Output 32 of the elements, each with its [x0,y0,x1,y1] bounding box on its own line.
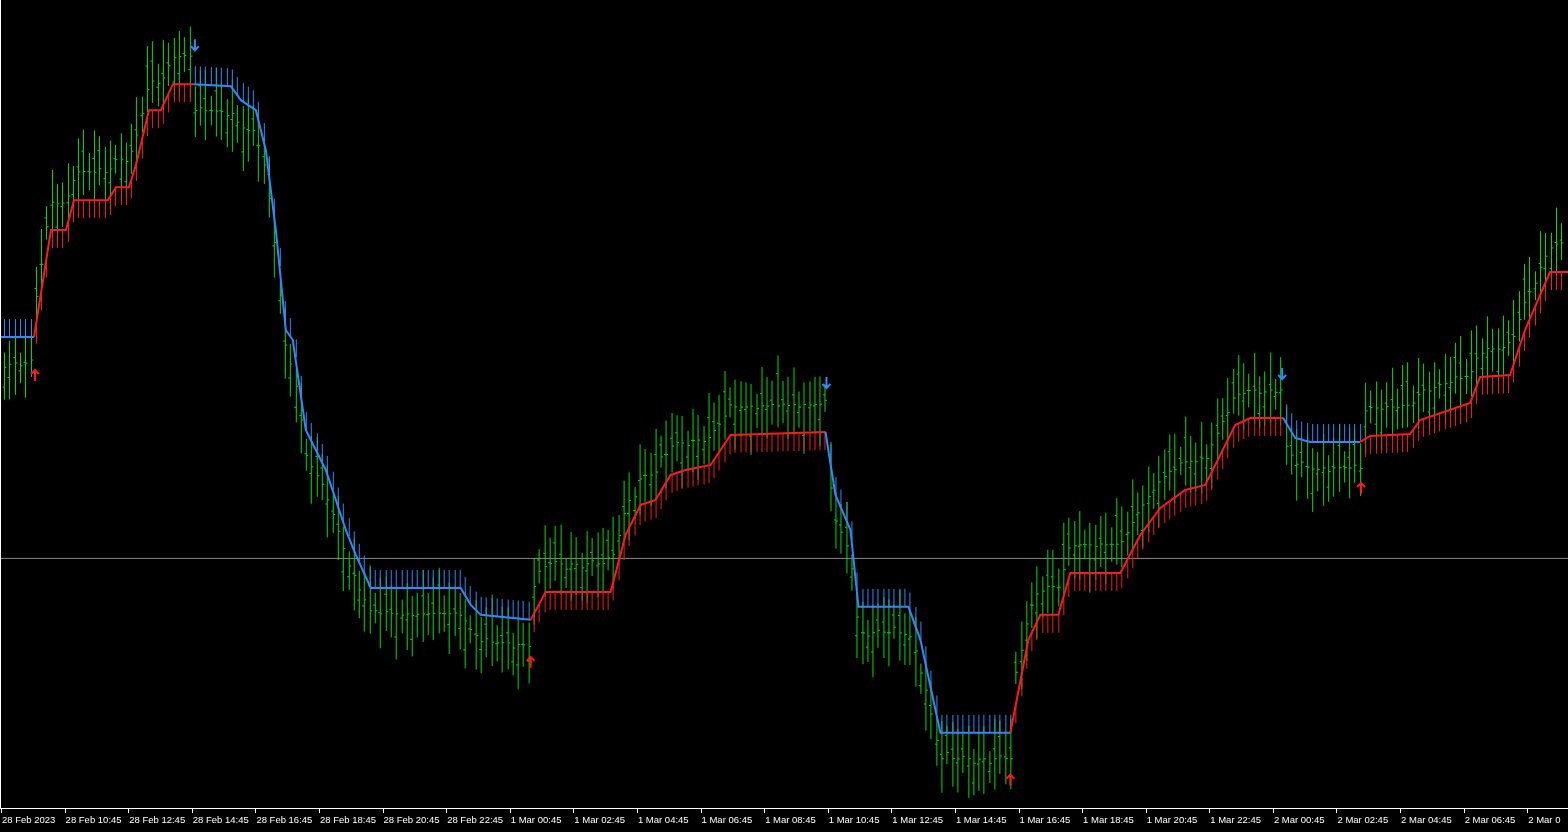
axis-label: 28 Feb 14:45 [192,814,249,825]
axis-label: 2 Mar 0 [1528,814,1561,825]
axis-label: 1 Mar 10:45 [828,814,880,825]
axis-label: 1 Mar 12:45 [892,814,943,825]
axis-label: 2 Mar 06:45 [1464,814,1516,825]
axis-label: 1 Mar 18:45 [1083,814,1134,825]
axis-label: 1 Mar 02:45 [574,814,626,825]
arrow-up-icon [1356,481,1367,495]
axis-label: 2 Mar 00:45 [1273,814,1325,825]
arrow-up-icon [30,368,40,382]
axis-label: 1 Mar 06:45 [701,814,753,825]
arrow-up-icon [1005,773,1016,787]
axis-label: 1 Mar 14:45 [955,814,1007,825]
axis-label: 2 Mar 02:45 [1337,814,1389,825]
axis-label: 28 Feb 16:45 [256,814,313,825]
arrow-down-icon [1277,367,1288,381]
arrow-down-icon [821,376,832,390]
axis-label: 28 Feb 20:45 [383,814,440,825]
axis-label: 2 Mar 04:45 [1401,814,1452,825]
axis-label: 28 Feb 2023 [2,814,56,825]
axis-label: 1 Mar 16:45 [1019,814,1071,825]
axis-label: 1 Mar 00:45 [510,814,562,825]
axis-label: 1 Mar 22:45 [1210,814,1261,825]
axis-label: 1 Mar 08:45 [765,814,816,825]
axis-label: 28 Feb 18:45 [319,814,376,825]
arrow-up-icon [525,655,536,669]
axis-label: 28 Feb 12:45 [129,814,186,825]
axis-label: 1 Mar 20:45 [1146,814,1198,825]
axis-label: 28 Feb 10:45 [65,814,122,825]
axis-label: 1 Mar 04:45 [637,814,689,825]
axis-label: 28 Feb 22:45 [447,814,504,825]
arrow-down-icon [189,38,200,52]
